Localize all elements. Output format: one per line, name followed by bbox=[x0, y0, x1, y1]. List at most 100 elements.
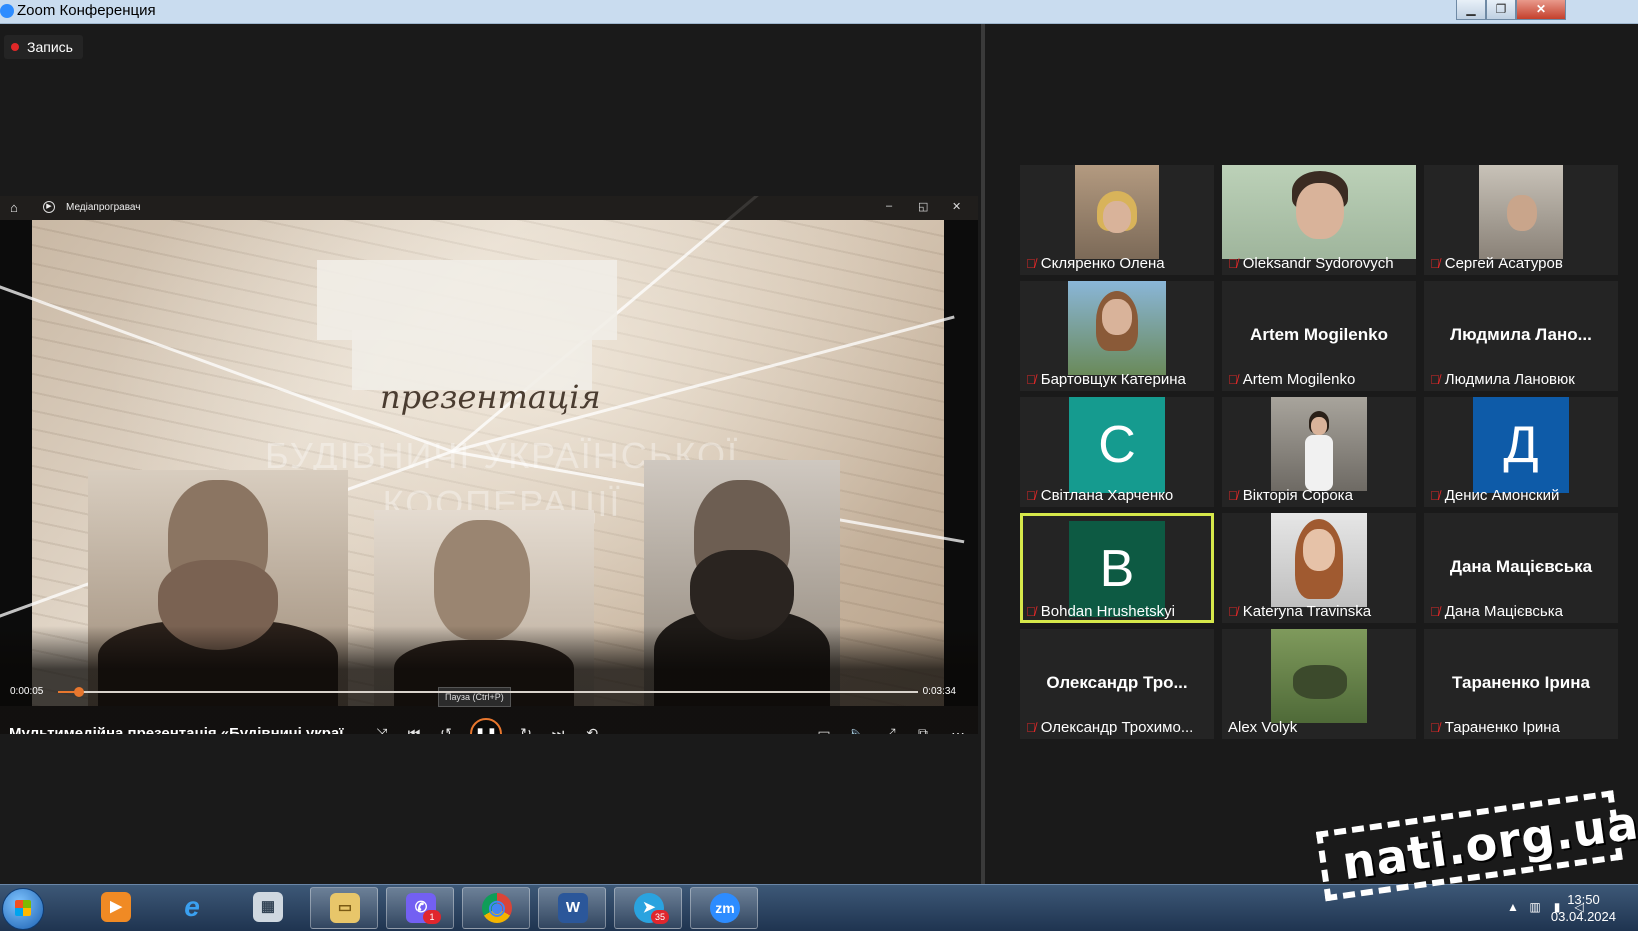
mic-muted-icon: 🎙̸ bbox=[1430, 372, 1440, 387]
taskbar-app-internet-explorer[interactable]: e bbox=[158, 887, 226, 929]
pause-icon[interactable]: ❚❚ bbox=[470, 718, 502, 734]
participant-tile[interactable]: Олександр Тро... 🎙̸ Олександр Трохимо... bbox=[1020, 629, 1214, 739]
player-minimize-icon[interactable]: – bbox=[886, 200, 892, 212]
participant-tile[interactable]: 🎙̸ Вікторія Сорока bbox=[1222, 397, 1416, 507]
participant-name: 🎙̸ Бартовщук Катерина bbox=[1026, 371, 1186, 388]
participant-display-name: Людмила Лано... bbox=[1450, 325, 1592, 344]
recording-dot-icon bbox=[11, 43, 19, 51]
participant-tile[interactable]: Alex Volyk bbox=[1222, 629, 1416, 739]
participant-tile[interactable]: Дана Мацієвська 🎙̸ Дана Мацієвська bbox=[1424, 513, 1618, 623]
next-icon[interactable]: ⏭ bbox=[546, 722, 570, 734]
shuffle-icon[interactable]: ⤨ bbox=[370, 722, 394, 734]
seek-bar-thumb[interactable] bbox=[73, 687, 84, 697]
taskbar-app-chrome[interactable]: ◉ bbox=[462, 887, 530, 929]
recording-label: Запись bbox=[27, 39, 73, 55]
zoom-icon: zm bbox=[710, 893, 740, 923]
participant-dog bbox=[1293, 665, 1347, 699]
taskbar-app-media-player[interactable]: ▶ bbox=[82, 887, 150, 929]
participant-face bbox=[1311, 417, 1327, 435]
participant-tile[interactable]: 🎙̸ Oleksandr Sydorovych bbox=[1222, 165, 1416, 275]
media-player-icon: ▶ bbox=[101, 892, 131, 922]
minimize-button[interactable]: ▁ bbox=[1456, 0, 1486, 20]
taskbar-app-zoom[interactable]: zm bbox=[690, 887, 758, 929]
calculator-icon: ▦ bbox=[253, 892, 283, 922]
participant-video bbox=[1271, 397, 1367, 491]
slide-title: презентація bbox=[380, 378, 601, 416]
chrome-icon: ◉ bbox=[482, 893, 512, 923]
miniplayer-icon[interactable]: ⧉ bbox=[911, 722, 935, 734]
mic-muted-icon: 🎙̸ bbox=[1430, 488, 1440, 503]
shared-screen-media-player: ⌂ ▶ Медіапрогравач – ◱ ✕ презентація БУД… bbox=[0, 196, 978, 734]
participant-tile[interactable]: Тараненко Ірина 🎙̸ Тараненко Ірина bbox=[1424, 629, 1618, 739]
taskbar-app-calculator[interactable]: ▦ bbox=[234, 887, 302, 929]
forward-icon[interactable]: ↻ bbox=[514, 722, 538, 734]
participant-avatar: Д bbox=[1473, 397, 1569, 493]
participant-tile[interactable]: Людмила Лано... 🎙̸ Людмила Лановюк bbox=[1424, 281, 1618, 391]
meeting-area: Запись ⌂ ▶ Медіапрогравач – ◱ ✕ презента… bbox=[0, 24, 1638, 884]
mic-muted-icon: 🎙̸ bbox=[1026, 256, 1036, 271]
more-icon[interactable]: ⋯ bbox=[946, 722, 970, 734]
window-title: Zoom Конференция bbox=[17, 2, 156, 19]
subtitles-icon[interactable]: ▭ bbox=[812, 722, 836, 734]
participant-tile-active-speaker[interactable]: B 🎙̸ Bohdan Hrushetskyi bbox=[1020, 513, 1214, 623]
participant-tile[interactable]: 🎙̸ Бартовщук Катерина bbox=[1020, 281, 1214, 391]
system-clock[interactable]: 13:50 03.04.2024 bbox=[1551, 891, 1616, 925]
mic-muted-icon: 🎙̸ bbox=[1228, 256, 1238, 271]
taskbar-app-word[interactable]: W bbox=[538, 887, 606, 929]
taskbar-app-viber[interactable]: ✆ 1 bbox=[386, 887, 454, 929]
participant-name: 🎙̸ Олександр Трохимо... bbox=[1026, 719, 1194, 736]
mic-muted-icon: 🎙̸ bbox=[1430, 720, 1440, 735]
participant-display-name: Дана Мацієвська bbox=[1449, 557, 1593, 576]
recording-indicator[interactable]: Запись bbox=[4, 35, 83, 59]
taskbar-app-file-explorer[interactable]: ▭ bbox=[310, 887, 378, 929]
participant-name: 🎙̸ Bohdan Hrushetskyi bbox=[1026, 603, 1175, 620]
participant-tile[interactable]: С 🎙̸ Світлана Харченко bbox=[1020, 397, 1214, 507]
media-title: Мультимедійна презентація «Будівничі укр… bbox=[9, 725, 356, 734]
rewind-icon[interactable]: ↺ bbox=[434, 722, 458, 734]
seek-bar[interactable] bbox=[58, 687, 918, 697]
player-close-icon[interactable]: ✕ bbox=[952, 200, 961, 213]
participant-tile[interactable]: 🎙̸ Kateryna Travinska bbox=[1222, 513, 1416, 623]
participant-name: 🎙̸ Тараненко Ірина bbox=[1430, 719, 1560, 736]
participant-tile[interactable]: 🎙̸ Скляренко Олена bbox=[1020, 165, 1214, 275]
home-icon[interactable]: ⌂ bbox=[10, 200, 18, 215]
taskbar-app-telegram[interactable]: ➤ 35 bbox=[614, 887, 682, 929]
mic-muted-icon: 🎙̸ bbox=[1430, 604, 1440, 619]
close-button[interactable]: ✕ bbox=[1516, 0, 1566, 20]
mic-muted-icon: 🎙̸ bbox=[1228, 604, 1238, 619]
panel-divider[interactable] bbox=[981, 24, 985, 884]
participant-video bbox=[1222, 165, 1416, 259]
mic-muted-icon: 🎙̸ bbox=[1228, 372, 1238, 387]
previous-icon[interactable]: ⏮ bbox=[402, 722, 426, 734]
mic-muted-icon: 🎙̸ bbox=[1026, 488, 1036, 503]
participant-face bbox=[1507, 195, 1537, 231]
word-icon: W bbox=[558, 893, 588, 923]
window-titlebar: Zoom Конференция ▁ ❐ ✕ bbox=[0, 0, 1638, 24]
participant-tile[interactable]: Artem Mogilenko 🎙̸ Artem Mogilenko bbox=[1222, 281, 1416, 391]
show-hidden-icons-icon[interactable]: ▲ bbox=[1506, 900, 1520, 914]
repeat-off-icon[interactable]: ⟲ bbox=[580, 722, 604, 734]
participant-display-name: Тараненко Ірина bbox=[1452, 673, 1590, 692]
participant-video bbox=[1271, 629, 1367, 723]
participant-name: 🎙̸ Artem Mogilenko bbox=[1228, 371, 1356, 388]
network-icon[interactable]: ▥ bbox=[1528, 900, 1542, 914]
participant-name: 🎙̸ Людмила Лановюк bbox=[1430, 371, 1575, 388]
participant-tile[interactable]: 🎙̸ Сергей Асатуров bbox=[1424, 165, 1618, 275]
restore-button[interactable]: ❐ bbox=[1486, 0, 1516, 20]
participant-display-name: Олександр Тро... bbox=[1046, 673, 1188, 692]
start-button[interactable] bbox=[2, 888, 44, 930]
participant-name: 🎙̸ Скляренко Олена bbox=[1026, 255, 1165, 272]
fullscreen-icon[interactable]: ⤢ bbox=[878, 722, 902, 734]
player-app-name: Медіапрогравач bbox=[66, 202, 141, 213]
clock-time: 13:50 bbox=[1567, 892, 1600, 907]
portrait-head bbox=[434, 520, 530, 640]
file-explorer-icon: ▭ bbox=[330, 893, 360, 923]
participant-name: Alex Volyk bbox=[1228, 719, 1298, 736]
clock-date: 03.04.2024 bbox=[1550, 909, 1616, 924]
participant-name: 🎙̸ Світлана Харченко bbox=[1026, 487, 1174, 504]
participant-tile[interactable]: Д 🎙̸ Денис Амонский bbox=[1424, 397, 1618, 507]
windows-logo-icon bbox=[15, 900, 31, 916]
participant-display-name: Artem Mogilenko bbox=[1250, 325, 1388, 344]
volume-icon[interactable]: 🔈 bbox=[845, 722, 869, 734]
player-restore-icon[interactable]: ◱ bbox=[918, 200, 928, 213]
